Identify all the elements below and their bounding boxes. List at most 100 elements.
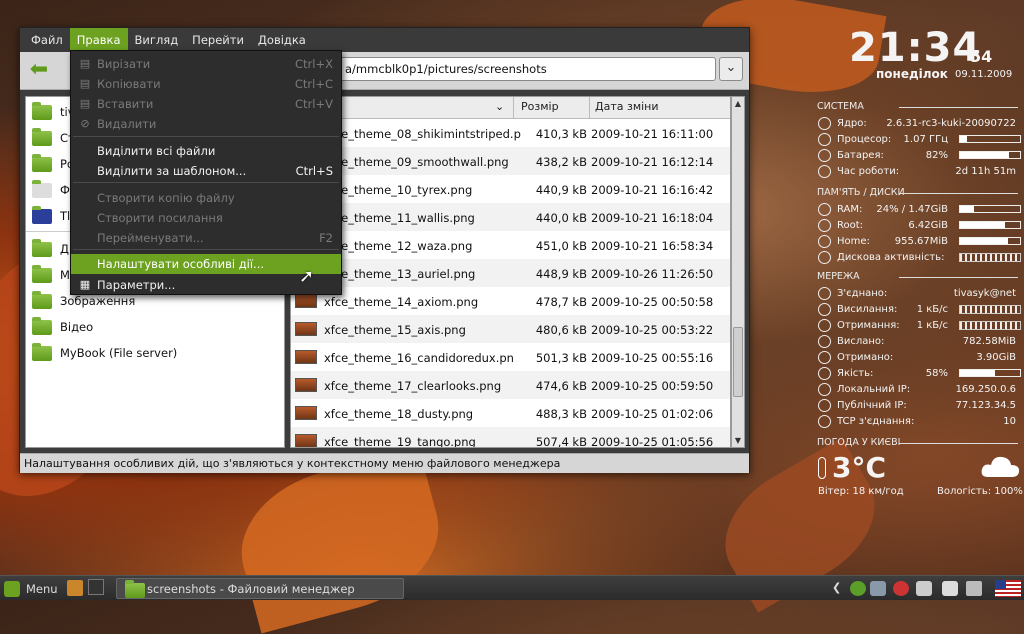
edit-menu-item[interactable]: Перейменувати... F2 — [71, 228, 341, 248]
menu-help[interactable]: Довідка — [251, 28, 313, 52]
sort-chevron-icon[interactable]: ⌄ — [495, 100, 504, 113]
conky-value: 1.07 ГГц — [903, 134, 948, 145]
sidebar-item[interactable]: Ф — [32, 179, 70, 201]
mail-icon[interactable] — [942, 581, 958, 596]
edit-menu-item[interactable]: ⊘ Видалити — [71, 114, 341, 134]
file-row[interactable]: xfce_theme_10_tyrex.png 440,9 kB 2009-10-2… — [291, 175, 730, 203]
sidebar-item[interactable]: Ро — [32, 153, 74, 175]
sidebar-item[interactable]: Д — [32, 238, 69, 260]
conky-value: 58% — [925, 368, 948, 379]
edit-menu-item[interactable]: ▤ Вирізати Ctrl+X — [71, 54, 341, 74]
taskbar-window-button[interactable]: screenshots - Файловий менеджер — [116, 578, 404, 599]
file-manager-launcher-icon[interactable] — [67, 580, 83, 596]
file-row[interactable]: xfce_theme_09_smoothwall.png 438,2 kB 2009… — [291, 147, 730, 175]
conky-label: Root: — [837, 220, 864, 231]
menu-item-shortcut: Ctrl+X — [295, 57, 333, 71]
menu-go[interactable]: Перейти — [185, 28, 251, 52]
sidebar-item[interactable]: MyBook (File server) — [32, 342, 177, 364]
conky-row: Home: 955.67MiB — [810, 234, 1021, 249]
conky-label: Процесор: — [837, 134, 892, 145]
menu-item-label: Видалити — [97, 117, 157, 131]
wifi-icon[interactable] — [850, 581, 866, 596]
menu-item-shortcut: Ctrl+S — [295, 164, 333, 178]
file-date: 2009-10-25 00:50:58 — [591, 295, 714, 309]
edit-menu-item[interactable]: Виділити за шаблоном... Ctrl+S — [71, 161, 341, 181]
menu-item-label: Перейменувати... — [97, 231, 204, 245]
file-size: 410,3 kB — [535, 127, 587, 141]
list-header: ⌄ Розмір Дата зміни — [291, 97, 730, 119]
sidebar-item[interactable]: Tl — [32, 205, 70, 227]
cut-icon: ▤ — [79, 57, 91, 70]
menu-button[interactable]: Menu — [4, 579, 58, 598]
edit-menu-item[interactable]: ▤ Вставити Ctrl+V — [71, 94, 341, 114]
conky-value: 24% / 1.47GiB — [876, 204, 948, 215]
location-dropdown-button[interactable]: ⌄ — [719, 57, 743, 81]
level-bar — [959, 237, 1021, 245]
conky-row: Ядро: 2.6.31-rc3-kuki-20090722 — [810, 116, 1020, 131]
update-icon[interactable] — [893, 581, 909, 596]
menu-file[interactable]: Файл — [24, 28, 70, 52]
scroll-down-icon[interactable]: ▼ — [732, 434, 744, 447]
temperature: 3°C — [832, 451, 887, 484]
conky-label: Висилання: — [837, 304, 898, 315]
scroll-up-icon[interactable]: ▲ — [732, 97, 744, 110]
terminal-launcher-icon[interactable] — [88, 579, 104, 595]
menu-item-label: Виділити за шаблоном... — [97, 164, 247, 178]
edit-menu-item[interactable]: Створити посилання — [71, 208, 341, 228]
edit-menu-item[interactable]: Створити копію файлу — [71, 188, 341, 208]
location-bar[interactable]: a/mmcblk0p1/pictures/screenshots — [338, 57, 716, 81]
edit-menu-item[interactable]: ▤ Копіювати Ctrl+C — [71, 74, 341, 94]
back-arrow-icon[interactable]: ⬅ — [26, 58, 52, 84]
conky-label: Локальний IP: — [837, 384, 911, 395]
file-row[interactable]: xfce_theme_18_dusty.png 488,3 kB 2009-10-2… — [291, 399, 730, 427]
file-row[interactable]: xfce_theme_08_shikimintstriped.p 410,3 kB… — [291, 119, 730, 147]
file-row[interactable]: xfce_theme_15_axis.png 480,6 kB 2009-10-25… — [291, 315, 730, 343]
tray-collapse-icon[interactable]: ❮ — [832, 581, 848, 596]
sidebar-item[interactable]: tiv — [32, 101, 75, 123]
column-date-header[interactable]: Дата зміни — [595, 100, 659, 113]
sidebar-item[interactable]: М — [32, 264, 70, 286]
keyboard-layout-flag-icon[interactable] — [995, 580, 1021, 597]
file-row[interactable]: xfce_theme_19_tango.png 507,4 kB 2009-10-2… — [291, 427, 730, 447]
file-row[interactable]: xfce_theme_11_wallis.png 440,0 kB 2009-10-… — [291, 203, 730, 231]
conky-label: Батарея: — [837, 150, 884, 161]
conky-row: Батарея: 82% — [810, 148, 1021, 163]
sidebar-item[interactable]: Відео — [32, 316, 93, 338]
image-thumbnail-icon — [295, 378, 317, 392]
column-size-header[interactable]: Розмір — [521, 100, 559, 113]
conky-value: 1 кБ/с — [916, 320, 948, 331]
weekday: понеділок — [876, 67, 948, 81]
network-icon[interactable] — [870, 581, 886, 596]
paste-icon: ▤ — [79, 97, 91, 110]
home-folder-icon — [32, 101, 52, 120]
activity-graph — [959, 253, 1021, 262]
menu-edit[interactable]: Правка — [69, 28, 128, 52]
sidebar-item-label: Відео — [60, 320, 94, 334]
conky-row: Висилання: 1 кБ/с — [810, 302, 1021, 317]
file-date: 2009-10-25 00:53:22 — [591, 323, 714, 337]
folder-icon — [125, 580, 145, 598]
menu-item-label: Вставити — [97, 97, 154, 111]
clipboard-icon[interactable] — [916, 581, 932, 596]
status-icon — [818, 415, 831, 428]
file-row[interactable]: xfce_theme_17_clearlooks.png 474,6 kB 2009… — [291, 371, 730, 399]
conky-row: Вислано: 782.58MiB — [810, 334, 1020, 349]
scroll-thumb[interactable] — [733, 327, 743, 397]
file-row[interactable]: xfce_theme_13_auriel.png 448,9 kB 2009-10-… — [291, 259, 730, 287]
desktop-icon — [32, 153, 52, 172]
menu-view[interactable]: Вигляд — [128, 28, 186, 52]
file-row[interactable]: xfce_theme_14_axiom.png 478,7 kB 2009-10-2… — [291, 287, 730, 315]
status-icon — [818, 165, 831, 178]
level-bar — [959, 369, 1021, 377]
volume-icon[interactable] — [966, 581, 982, 596]
clock-seconds: 54 — [970, 47, 993, 66]
edit-menu-item[interactable]: Виділити всі файли — [71, 141, 341, 161]
folder-icon — [32, 238, 52, 257]
menu-item-label: Копіювати — [97, 77, 161, 91]
vertical-scrollbar[interactable]: ▲ ▼ — [731, 96, 745, 448]
folder-icon — [32, 264, 52, 283]
sidebar-item[interactable]: Ст — [32, 127, 75, 149]
file-row[interactable]: xfce_theme_16_candidoredux.pn 501,3 kB 200… — [291, 343, 730, 371]
file-name: xfce_theme_18_dusty.png — [324, 407, 474, 421]
file-row[interactable]: xfce_theme_12_waza.png 451,0 kB 2009-10-21… — [291, 231, 730, 259]
